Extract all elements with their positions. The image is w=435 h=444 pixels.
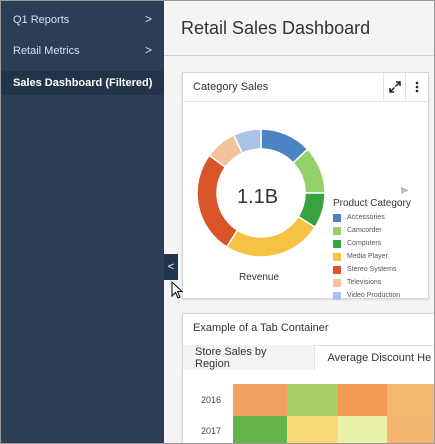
- card-menu-button[interactable]: [405, 73, 428, 101]
- donut-axis-label: Revenue: [239, 272, 280, 283]
- heatmap-cell[interactable]: [338, 384, 387, 416]
- legend-title: Product Category: [333, 198, 411, 209]
- legend-item[interactable]: Media Player: [333, 250, 423, 263]
- heatmap-cell[interactable]: [338, 416, 387, 443]
- sidebar-item-label: Retail Metrics: [13, 45, 80, 57]
- donut-slice-media-player[interactable]: [225, 215, 317, 258]
- heatmap-cell[interactable]: [287, 384, 338, 416]
- heatmap-cell[interactable]: [287, 416, 338, 443]
- legend-swatch: [333, 278, 341, 287]
- legend-swatch: [333, 265, 341, 274]
- category-sales-card: Category Sales 1.1B Revenue ▶ Product Ca…: [182, 72, 429, 302]
- page-header: Retail Sales Dashboard: [164, 1, 434, 56]
- legend-label: Camcorder: [347, 227, 382, 234]
- card-header: Category Sales: [183, 73, 428, 102]
- card-title: Example of a Tab Container: [193, 322, 329, 334]
- legend-swatch: [333, 239, 341, 248]
- legend-label: Accessories: [347, 214, 385, 221]
- tab-average-discount[interactable]: Average Discount He: [315, 345, 434, 370]
- card-header: Example of a Tab Container: [183, 314, 434, 342]
- legend-label: Media Player: [347, 253, 388, 260]
- legend-label: Computers: [347, 240, 382, 247]
- expand-button[interactable]: [383, 73, 406, 101]
- sidebar-item-retail-metrics[interactable]: Retail Metrics >: [1, 39, 164, 63]
- legend-item[interactable]: Computers: [333, 237, 423, 250]
- sidebar-item-label: Q1 Reports: [13, 14, 70, 26]
- chart-legend: Product Category Accessories Camcorder Com…: [333, 198, 423, 302]
- legend-item[interactable]: Camcorder: [333, 224, 423, 237]
- heatmap-year-label: 2017: [201, 426, 222, 436]
- chevron-right-icon: >: [144, 43, 152, 57]
- legend-label: Televisions: [347, 279, 382, 286]
- chevron-right-icon: >: [144, 12, 152, 26]
- heatmap-cell[interactable]: [233, 416, 287, 443]
- expand-icon: [389, 81, 401, 93]
- sidebar-item-q1-reports[interactable]: Q1 Reports >: [1, 8, 164, 32]
- legend-label: Stereo Systems: [347, 266, 397, 273]
- legend-item[interactable]: Accessories: [333, 211, 423, 224]
- card-title: Category Sales: [193, 81, 269, 93]
- kebab-menu-icon: [415, 81, 419, 93]
- tab-label: Store Sales by Region: [195, 345, 267, 370]
- legend-item[interactable]: Stereo Systems: [333, 263, 423, 276]
- page-title: Retail Sales Dashboard: [181, 18, 371, 38]
- tab-label: Average Discount He: [327, 352, 432, 364]
- sidebar-item-label: Sales Dashboard (Filtered): [13, 77, 153, 89]
- mouse-cursor-icon: [171, 281, 183, 299]
- donut-center-value: 1.1B: [237, 186, 279, 208]
- tab-container-card: Example of a Tab Container Store Sales b…: [182, 313, 434, 443]
- sidebar: Q1 Reports > Retail Metrics > Sales Dash…: [1, 1, 164, 443]
- sidebar-collapse-button[interactable]: <: [164, 254, 178, 280]
- heatmap-cell[interactable]: [233, 384, 287, 416]
- legend-swatch: [333, 252, 341, 261]
- tab-bar: Store Sales by Region Average Discount H…: [183, 345, 434, 370]
- heatmap-year-label: 2016: [201, 395, 222, 405]
- app-frame: Q1 Reports > Retail Metrics > Sales Dash…: [0, 0, 435, 444]
- tab-store-sales-by-region[interactable]: Store Sales by Region: [183, 345, 316, 370]
- legend-item[interactable]: Televisions: [333, 276, 423, 289]
- legend-item[interactable]: Video Production: [333, 289, 423, 302]
- legend-swatch: [333, 226, 341, 235]
- sidebar-item-sales-dashboard[interactable]: Sales Dashboard (Filtered): [1, 71, 164, 95]
- legend-label: Video Production: [347, 292, 401, 299]
- heatmap-cell[interactable]: [387, 416, 434, 443]
- legend-swatch: [333, 291, 341, 300]
- heatmap-cell[interactable]: [387, 384, 434, 416]
- chevron-left-icon: <: [167, 261, 175, 273]
- legend-swatch: [333, 213, 341, 222]
- donut-slice-stereo-systems[interactable]: [196, 154, 239, 249]
- legend-scroll-arrow[interactable]: ▶: [401, 185, 409, 196]
